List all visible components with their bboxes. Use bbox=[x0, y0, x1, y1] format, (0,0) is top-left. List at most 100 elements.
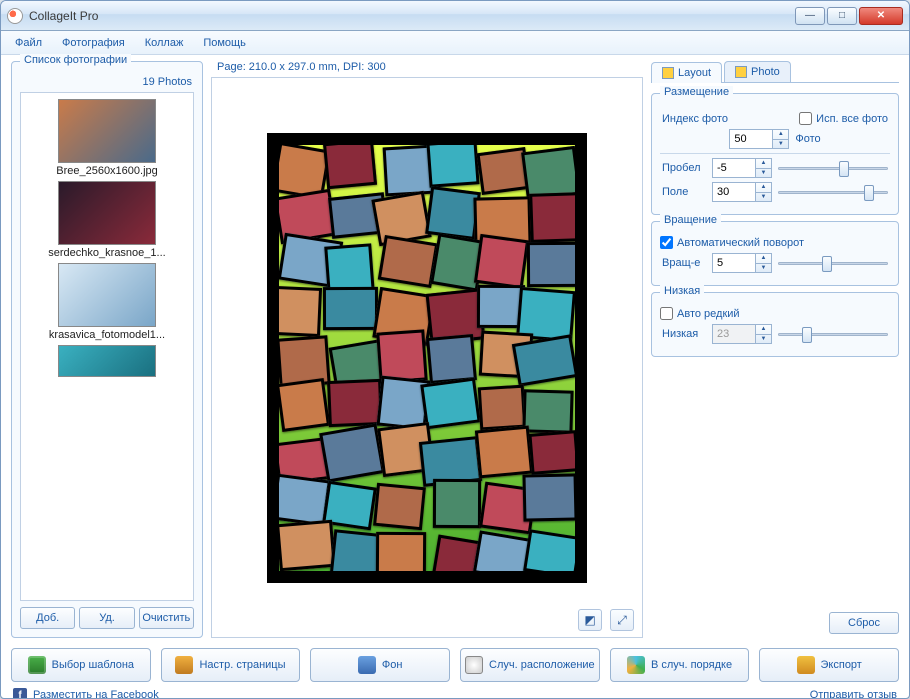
collage-tile[interactable] bbox=[474, 234, 529, 289]
photolist-legend: Список фотографии bbox=[20, 54, 131, 66]
rotation-label: Вращ-е bbox=[662, 257, 706, 269]
gap-stepper[interactable]: ▲▼ bbox=[712, 158, 772, 178]
export-button[interactable]: Экспорт bbox=[759, 648, 899, 682]
placement-legend: Размещение bbox=[660, 86, 733, 98]
photolist-scroll[interactable]: Bree_2560x1600.jpg serdechko_krasnoe_1..… bbox=[20, 92, 194, 601]
collage-tile[interactable] bbox=[529, 431, 580, 476]
app-icon bbox=[7, 8, 23, 24]
tab-photo[interactable]: Photo bbox=[724, 61, 791, 82]
collage-tile[interactable] bbox=[373, 483, 426, 530]
collage-tile[interactable] bbox=[274, 286, 322, 337]
collage-tile[interactable] bbox=[323, 139, 377, 189]
shuffle-button[interactable]: В случ. порядке bbox=[610, 648, 750, 682]
app-title: CollageIt Pro bbox=[29, 9, 98, 23]
close-button[interactable]: ✕ bbox=[859, 7, 903, 25]
auto-rotate-checkbox[interactable]: Автоматический поворот bbox=[660, 236, 890, 249]
settings-tabs: Layout Photo bbox=[651, 61, 899, 83]
collage-tile[interactable] bbox=[276, 519, 336, 571]
app-window: CollageIt Pro — □ ✕ Файл Фотография Колл… bbox=[0, 0, 910, 699]
dice-icon bbox=[465, 656, 483, 674]
rotation-slider[interactable] bbox=[778, 254, 888, 272]
collage-tile[interactable] bbox=[530, 192, 585, 242]
collage-tile[interactable] bbox=[319, 423, 385, 482]
sparse-stepper: ▲▼ bbox=[712, 324, 772, 344]
maximize-button[interactable]: □ bbox=[827, 7, 857, 25]
use-all-checkbox[interactable]: Исп. все фото bbox=[799, 112, 888, 125]
index-suffix: Фото bbox=[795, 133, 820, 145]
collage-tile[interactable] bbox=[523, 529, 582, 579]
collage-tile[interactable] bbox=[425, 186, 481, 240]
sparse-input bbox=[712, 324, 756, 344]
tab-layout[interactable]: Layout bbox=[651, 62, 722, 83]
spinner[interactable]: ▲▼ bbox=[756, 182, 772, 202]
facebook-link[interactable]: Разместить на Facebook bbox=[33, 689, 159, 699]
collage-tile[interactable] bbox=[427, 139, 480, 188]
collage-tile[interactable] bbox=[276, 378, 330, 432]
collage-tile[interactable] bbox=[327, 379, 383, 427]
collage-tile[interactable] bbox=[478, 384, 527, 429]
bottombar: Выбор шаблона Настр. страницы Фон Случ. … bbox=[1, 642, 909, 699]
margin-stepper[interactable]: ▲▼ bbox=[712, 182, 772, 202]
auto-sparse-checkbox[interactable]: Авто редкий bbox=[660, 307, 890, 320]
page-info: Page: 210.0 x 297.0 mm, DPI: 300 bbox=[211, 61, 643, 77]
margin-slider[interactable] bbox=[778, 183, 888, 201]
menu-collage[interactable]: Коллаж bbox=[137, 35, 192, 51]
list-item[interactable]: serdechko_krasnoe_1... bbox=[23, 181, 191, 259]
list-item[interactable] bbox=[23, 345, 191, 377]
collage-tile[interactable] bbox=[376, 532, 426, 580]
reset-button[interactable]: Сброс bbox=[829, 612, 899, 634]
collage-tile[interactable] bbox=[511, 334, 577, 387]
gap-input[interactable] bbox=[712, 158, 756, 178]
collage-tile[interactable] bbox=[527, 242, 585, 287]
collage-tile[interactable] bbox=[475, 426, 533, 479]
gap-label: Пробел bbox=[662, 162, 706, 174]
random-layout-button[interactable]: Случ. расположение bbox=[460, 648, 600, 682]
index-stepper[interactable]: ▲▼ bbox=[729, 129, 789, 149]
margin-label: Поле bbox=[662, 186, 706, 198]
fit-icon[interactable]: ⤢ bbox=[610, 609, 634, 631]
spinner[interactable]: ▲▼ bbox=[756, 158, 772, 178]
spinner[interactable]: ▲▼ bbox=[773, 129, 789, 149]
collage-tile[interactable] bbox=[323, 287, 378, 330]
collage-tile[interactable] bbox=[426, 334, 477, 384]
photolist-group: Список фотографии 19 Photos Bree_2560x16… bbox=[11, 61, 203, 638]
background-button[interactable]: Фон bbox=[310, 648, 450, 682]
list-item[interactable]: krasavica_fotomodel1... bbox=[23, 263, 191, 341]
collage-tile[interactable] bbox=[378, 235, 439, 289]
index-label: Индекс фото bbox=[662, 113, 728, 125]
feedback-link[interactable]: Отправить отзыв bbox=[810, 689, 897, 699]
gap-slider[interactable] bbox=[778, 159, 888, 177]
photo-icon bbox=[735, 66, 747, 78]
minimize-button[interactable]: — bbox=[795, 7, 825, 25]
template-icon bbox=[28, 656, 46, 674]
list-item[interactable]: Bree_2560x1600.jpg bbox=[23, 99, 191, 177]
spinner: ▲▼ bbox=[756, 324, 772, 344]
rotation-input[interactable] bbox=[712, 253, 756, 273]
add-button[interactable]: Доб. bbox=[20, 607, 75, 629]
menubar: Файл Фотография Коллаж Помощь bbox=[1, 31, 909, 55]
thumbnail bbox=[58, 263, 156, 327]
menu-photo[interactable]: Фотография bbox=[54, 35, 133, 51]
facebook-icon: f bbox=[13, 688, 27, 699]
thumbnail-name: serdechko_krasnoe_1... bbox=[23, 247, 191, 259]
collage-tile[interactable] bbox=[271, 474, 331, 527]
margin-input[interactable] bbox=[712, 182, 756, 202]
sparse-group: Низкая Авто редкий Низкая ▲▼ bbox=[651, 292, 899, 357]
page-setup-button[interactable]: Настр. страницы bbox=[161, 648, 301, 682]
menu-help[interactable]: Помощь bbox=[195, 35, 254, 51]
sparse-label: Низкая bbox=[662, 328, 706, 340]
collage-tile[interactable] bbox=[523, 389, 574, 433]
template-button[interactable]: Выбор шаблона bbox=[11, 648, 151, 682]
delete-button[interactable]: Уд. bbox=[79, 607, 134, 629]
photolist-count: 19 Photos bbox=[20, 76, 194, 92]
spinner[interactable]: ▲▼ bbox=[756, 253, 772, 273]
sparse-legend: Низкая bbox=[660, 285, 704, 297]
menu-file[interactable]: Файл bbox=[7, 35, 50, 51]
collage-tile[interactable] bbox=[433, 479, 481, 529]
clear-button[interactable]: Очистить bbox=[139, 607, 194, 629]
crop-icon[interactable]: ◩ bbox=[578, 609, 602, 631]
index-input[interactable] bbox=[729, 129, 773, 149]
collage-canvas[interactable] bbox=[267, 133, 587, 583]
collage-tile[interactable] bbox=[522, 473, 577, 521]
rotation-stepper[interactable]: ▲▼ bbox=[712, 253, 772, 273]
